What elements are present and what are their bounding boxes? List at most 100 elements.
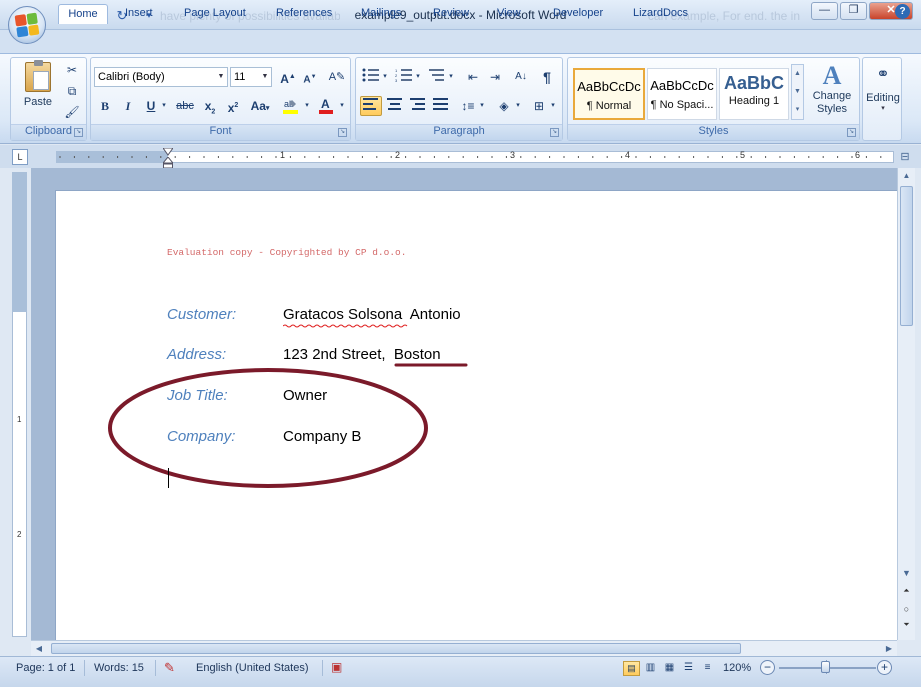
clipboard-launcher-icon[interactable]: ↘	[74, 128, 83, 137]
align-center-icon[interactable]	[384, 96, 406, 116]
copy-icon[interactable]: ⧉	[61, 81, 83, 101]
draft-view-icon[interactable]: ≡	[699, 661, 716, 676]
select-browse-object-icon[interactable]: ○	[898, 604, 915, 614]
show-formatting-icon[interactable]: ¶	[536, 67, 558, 87]
style-normal[interactable]: AaBbCcDc ¶ Normal	[573, 68, 645, 120]
style-heading-1[interactable]: AaBbC Heading 1	[719, 68, 789, 120]
font-size-combo[interactable]: 11 ▼	[230, 67, 272, 87]
font-color-icon[interactable]: A	[315, 96, 337, 116]
office-button[interactable]	[8, 6, 46, 44]
styles-scroll[interactable]: ▲ ▼ ▾	[791, 64, 804, 120]
numbering-dropdown-icon[interactable]: ▾	[413, 67, 423, 87]
next-page-icon[interactable]: ⏷	[898, 620, 915, 630]
multilevel-dropdown-icon[interactable]: ▾	[446, 67, 456, 87]
zoom-in-icon[interactable]: +	[877, 660, 892, 675]
strikethrough-icon[interactable]: abc	[174, 96, 196, 116]
zoom-out-icon[interactable]: −	[760, 660, 775, 675]
proofing-errors-icon[interactable]: ✎	[164, 660, 175, 676]
numbering-icon[interactable]: 123	[393, 67, 415, 87]
clear-formatting-icon[interactable]: A✎	[326, 67, 348, 87]
status-separator	[155, 660, 156, 676]
vertical-scrollbar[interactable]: ▲ ▼ ⏶ ○ ⏷	[897, 168, 915, 640]
superscript-icon[interactable]: x2	[222, 96, 244, 116]
tab-page-layout[interactable]: Page Layout	[178, 4, 252, 24]
bullets-icon[interactable]	[360, 67, 382, 87]
font-name-combo[interactable]: Calibri (Body) ▼	[94, 67, 228, 87]
full-screen-reading-icon[interactable]: ▥	[642, 661, 659, 676]
font-color-dropdown-icon[interactable]: ▾	[337, 96, 347, 116]
tab-lizarddocs[interactable]: LizardDocs	[627, 4, 694, 24]
shading-dropdown-icon[interactable]: ▾	[513, 96, 523, 116]
line-spacing-icon[interactable]: ↕≡	[457, 96, 479, 116]
increase-indent-icon[interactable]: ⇥	[484, 67, 506, 87]
horizontal-scroll-thumb[interactable]	[51, 643, 741, 654]
decrease-indent-icon[interactable]: ⇤	[462, 67, 484, 87]
cut-icon[interactable]: ✂	[61, 60, 83, 80]
tab-home[interactable]: Home	[58, 4, 108, 24]
change-case-icon[interactable]: Aa▾	[246, 96, 274, 116]
shrink-font-icon[interactable]: A▼	[299, 67, 321, 87]
macro-recording-icon[interactable]: ▣	[331, 660, 342, 674]
customer-value[interactable]: Gratacos Solsona Antonio	[283, 306, 461, 323]
minimize-button[interactable]: —	[811, 2, 838, 20]
align-left-icon[interactable]	[360, 96, 382, 116]
previous-page-icon[interactable]: ⏶	[898, 586, 915, 596]
change-styles-button[interactable]: A Change Styles	[808, 62, 856, 122]
page-count[interactable]: Page: 1 of 1	[16, 662, 75, 674]
tab-selector-icon[interactable]: L	[12, 149, 28, 165]
outline-view-icon[interactable]: ☰	[680, 661, 697, 676]
grow-font-icon[interactable]: A▲	[277, 67, 299, 87]
shading-icon[interactable]: ◈	[493, 96, 515, 116]
restore-button[interactable]: ❐	[840, 2, 867, 20]
font-name-value: Calibri (Body)	[98, 71, 165, 83]
styles-more-icon[interactable]: ▾	[792, 101, 803, 119]
vertical-scroll-thumb[interactable]	[900, 186, 913, 326]
styles-launcher-icon[interactable]: ↘	[847, 128, 856, 137]
editing-button[interactable]: ⚭ Editing ▾	[865, 62, 901, 124]
font-name-dropdown-icon[interactable]: ▼	[215, 68, 227, 86]
web-layout-icon[interactable]: ▦	[661, 661, 678, 676]
highlight-icon[interactable]: ab	[280, 96, 302, 116]
font-launcher-icon[interactable]: ↘	[338, 128, 347, 137]
scroll-right-icon[interactable]: ▶	[881, 641, 897, 656]
scroll-up-icon[interactable]: ▲	[898, 168, 915, 184]
tab-view[interactable]: View	[491, 4, 527, 24]
zoom-slider-thumb[interactable]	[821, 661, 830, 673]
scroll-down-icon[interactable]: ▼	[898, 568, 915, 578]
bold-icon[interactable]: B	[94, 96, 116, 116]
highlight-dropdown-icon[interactable]: ▾	[302, 96, 312, 116]
font-size-dropdown-icon[interactable]: ▼	[259, 68, 271, 86]
borders-dropdown-icon[interactable]: ▾	[548, 96, 558, 116]
editing-label: Editing	[866, 92, 900, 104]
styles-scroll-down-icon[interactable]: ▼	[792, 83, 803, 101]
justify-icon[interactable]	[430, 96, 452, 116]
zoom-level[interactable]: 120%	[723, 662, 751, 674]
horizontal-scrollbar[interactable]: ◀ ▶	[31, 640, 897, 656]
tab-review[interactable]: Review	[427, 4, 475, 24]
styles-scroll-up-icon[interactable]: ▲	[792, 65, 803, 83]
subscript-icon[interactable]: x2	[199, 96, 221, 116]
bullets-dropdown-icon[interactable]: ▾	[380, 67, 390, 87]
view-ruler-icon[interactable]: ⊟	[898, 150, 912, 164]
scroll-left-icon[interactable]: ◀	[31, 641, 47, 656]
paste-button[interactable]: Paste	[19, 60, 57, 118]
italic-icon[interactable]: I	[117, 96, 139, 116]
format-painter-icon[interactable]: 🖌	[61, 102, 83, 122]
language[interactable]: English (United States)	[196, 662, 309, 674]
tab-developer[interactable]: Developer	[547, 4, 609, 24]
paragraph-launcher-icon[interactable]: ↘	[550, 128, 559, 137]
line-spacing-dropdown-icon[interactable]: ▾	[477, 96, 487, 116]
borders-icon[interactable]: ⊞	[528, 96, 550, 116]
underline-dropdown-icon[interactable]: ▾	[159, 96, 169, 116]
multilevel-list-icon[interactable]	[426, 67, 448, 87]
word-count[interactable]: Words: 15	[94, 662, 144, 674]
tab-mailings[interactable]: Mailings	[355, 4, 407, 24]
align-right-icon[interactable]	[407, 96, 429, 116]
ruler-ticks	[59, 156, 882, 158]
help-icon[interactable]: ?	[895, 4, 910, 19]
tab-references[interactable]: References	[270, 4, 338, 24]
tab-insert[interactable]: Insert	[119, 4, 159, 24]
style-no-spacing[interactable]: AaBbCcDc ¶ No Spaci...	[647, 68, 717, 120]
sort-icon[interactable]: A↓	[510, 67, 532, 87]
print-layout-icon[interactable]: ▤	[623, 661, 640, 676]
